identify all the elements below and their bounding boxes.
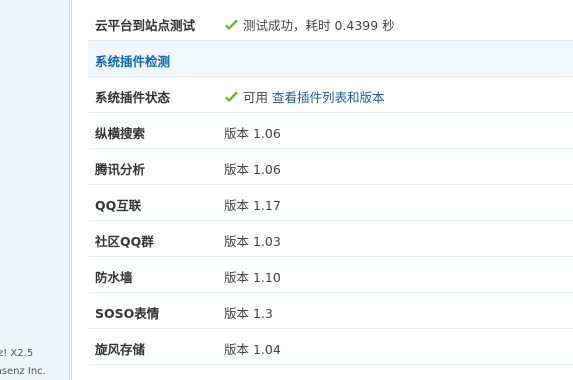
plugin-status-text: 可用 <box>243 90 269 105</box>
check-icon <box>225 19 238 30</box>
sidebar-divider-inner <box>71 0 72 380</box>
plugin-version: 版本 1.06 <box>224 126 281 141</box>
sidebar-footer-version: z! X2.5 <box>0 348 34 359</box>
left-sidebar <box>0 0 69 380</box>
cloud-test-row: 云平台到站点测试 测试成功，耗时 0.4399 秒 <box>88 5 573 41</box>
main-content: 云平台到站点测试 测试成功，耗时 0.4399 秒 系统插件检测 系统插件状态 … <box>88 0 573 380</box>
plugin-name: 社区QQ群 <box>95 234 154 249</box>
plugin-version: 版本 1.04 <box>224 342 281 357</box>
plugin-name: 纵横搜索 <box>95 126 146 141</box>
cloud-test-value-wrap: 测试成功，耗时 0.4399 秒 <box>224 15 395 34</box>
plugin-name: QQ互联 <box>95 198 142 213</box>
plugin-row: QQ互联 版本 1.17 <box>88 185 573 221</box>
view-plugin-list-link[interactable]: 查看插件列表和版本 <box>272 90 385 105</box>
plugin-status-label: 系统插件状态 <box>95 90 171 105</box>
sidebar-footer-copyright: msenz Inc. <box>0 366 46 377</box>
plugin-version: 版本 1.17 <box>224 198 281 213</box>
cloud-test-result: 测试成功，耗时 0.4399 秒 <box>243 18 395 33</box>
section-title: 系统插件检测 <box>95 54 171 69</box>
plugin-status-value-wrap: 可用 查看插件列表和版本 <box>224 87 385 106</box>
plugin-row: 腾讯分析 版本 1.06 <box>88 149 573 185</box>
plugin-version: 版本 1.06 <box>224 162 281 177</box>
plugin-row: 社区QQ群 版本 1.03 <box>88 221 573 257</box>
plugin-name: 防水墙 <box>95 270 133 285</box>
cloud-test-label: 云平台到站点测试 <box>95 18 196 33</box>
plugin-status-row: 系统插件状态 可用 查看插件列表和版本 <box>88 77 573 113</box>
plugin-version: 版本 1.03 <box>224 234 281 249</box>
plugin-version: 版本 1.3 <box>224 306 273 321</box>
plugin-name: 腾讯分析 <box>95 162 146 177</box>
plugin-row: 防水墙 版本 1.10 <box>88 257 573 293</box>
check-icon <box>225 91 238 102</box>
plugin-name: SOSO表情 <box>95 306 160 321</box>
plugin-row: 纵横搜索 版本 1.06 <box>88 113 573 149</box>
plugin-version: 版本 1.10 <box>224 270 281 285</box>
plugin-row: SOSO表情 版本 1.3 <box>88 293 573 329</box>
plugin-row: 旋风存储 版本 1.04 <box>88 329 573 365</box>
plugin-check-section-header: 系统插件检测 <box>88 41 573 77</box>
plugin-name: 旋风存储 <box>95 342 146 357</box>
